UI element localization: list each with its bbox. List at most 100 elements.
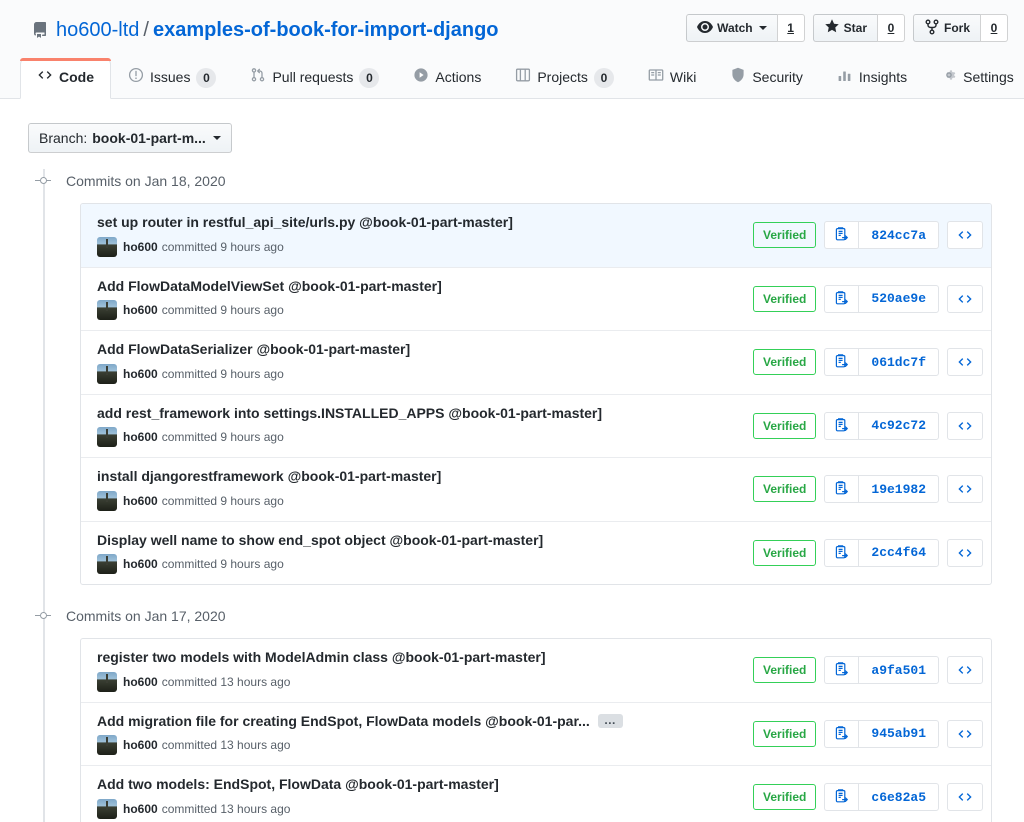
browse-repository-button[interactable] xyxy=(947,284,983,313)
commit-author-link[interactable]: ho600 xyxy=(123,494,158,508)
tab-projects[interactable]: Projects 0 xyxy=(498,58,631,99)
shield-icon xyxy=(730,67,746,89)
commit-sha-group: 945ab91 xyxy=(824,719,939,748)
commit-author-link[interactable]: ho600 xyxy=(123,303,158,317)
tab-code[interactable]: Code xyxy=(20,58,111,99)
commit-meta: ho600 committed 13 hours ago xyxy=(97,798,741,819)
commit-author-link[interactable]: ho600 xyxy=(123,367,158,381)
commit-sha-link[interactable]: 19e1982 xyxy=(858,475,939,504)
tab-issues[interactable]: Issues 0 xyxy=(111,58,233,99)
chevron-down-icon xyxy=(758,26,767,30)
browse-repository-button[interactable] xyxy=(947,475,983,504)
commit-sha-link[interactable]: a9fa501 xyxy=(858,656,939,685)
clipboard-copy-icon[interactable] xyxy=(824,656,859,685)
star-count[interactable]: 0 xyxy=(876,14,905,42)
browse-repository-button[interactable] xyxy=(947,656,983,685)
commit-timestamp: committed 9 hours ago xyxy=(161,239,284,254)
browse-repository-button[interactable] xyxy=(947,783,983,812)
commit-title-line: add rest_framework into settings.INSTALL… xyxy=(97,405,741,423)
commit-sha-link[interactable]: 824cc7a xyxy=(858,221,939,250)
commit-meta: ho600 committed 9 hours ago xyxy=(97,236,741,257)
commit-message-link[interactable]: Add two models: EndSpot, FlowData @book-… xyxy=(97,776,499,794)
repo-owner-link[interactable]: ho600-ltd xyxy=(56,18,139,43)
commit-sha-group: 2cc4f64 xyxy=(824,538,939,567)
commit-list: register two models with ModelAdmin clas… xyxy=(80,638,992,822)
tab-pull-requests[interactable]: Pull requests 0 xyxy=(233,58,396,99)
clipboard-copy-icon[interactable] xyxy=(824,719,859,748)
clipboard-copy-icon[interactable] xyxy=(824,348,859,377)
verified-badge[interactable]: Verified xyxy=(753,784,817,811)
fork-button-group: Fork 0 xyxy=(912,14,1008,42)
clipboard-copy-icon[interactable] xyxy=(824,284,859,313)
fork-icon xyxy=(924,19,940,38)
browse-repository-button[interactable] xyxy=(947,538,983,567)
verified-badge[interactable]: Verified xyxy=(753,349,817,376)
tab-wiki[interactable]: Wiki xyxy=(631,58,713,99)
commit-author-link[interactable]: ho600 xyxy=(123,675,158,689)
commit-author-link[interactable]: ho600 xyxy=(123,802,158,816)
commit-sha-link[interactable]: 4c92c72 xyxy=(858,411,939,440)
commit-title-line: Add two models: EndSpot, FlowData @book-… xyxy=(97,776,741,794)
verified-badge[interactable]: Verified xyxy=(753,222,817,249)
tab-security[interactable]: Security xyxy=(713,58,820,99)
tab-insights[interactable]: Insights xyxy=(820,58,924,99)
commit-sha-link[interactable]: 061dc7f xyxy=(858,348,939,377)
expand-commit-message-button[interactable]: … xyxy=(597,714,623,729)
star-button[interactable]: Star xyxy=(812,14,877,42)
browse-repository-button[interactable] xyxy=(947,221,983,250)
commit-timestamp: committed 9 hours ago xyxy=(161,557,284,571)
commit-title-line: set up router in restful_api_site/urls.p… xyxy=(97,214,741,232)
tab-actions[interactable]: Actions xyxy=(396,58,498,99)
browse-repository-button[interactable] xyxy=(947,411,983,440)
commit-message-link[interactable]: Add migration file for creating EndSpot,… xyxy=(97,713,590,731)
avatar xyxy=(97,363,117,384)
commit-message-link[interactable]: register two models with ModelAdmin clas… xyxy=(97,649,546,667)
clipboard-copy-icon[interactable] xyxy=(824,538,859,567)
commit-message-link[interactable]: add rest_framework into settings.INSTALL… xyxy=(97,405,602,423)
commit-row: set up router in restful_api_site/urls.p… xyxy=(81,204,991,267)
repo-nav-tabs: Code Issues 0 Pull requests 0 Actions Pr… xyxy=(0,58,1024,99)
repo-name-link[interactable]: examples-of-book-for-import-django xyxy=(153,18,499,43)
verified-badge[interactable]: Verified xyxy=(753,539,817,566)
commit-message-link[interactable]: Add FlowDataModelViewSet @book-01-part-m… xyxy=(97,278,442,296)
fork-label: Fork xyxy=(943,21,970,35)
verified-badge[interactable]: Verified xyxy=(753,285,817,312)
commit-author-link[interactable]: ho600 xyxy=(123,557,158,571)
clipboard-copy-icon[interactable] xyxy=(824,411,859,440)
clipboard-copy-icon[interactable] xyxy=(824,221,859,250)
commit-author-link[interactable]: ho600 xyxy=(123,240,158,254)
commit-row: Add FlowDataModelViewSet @book-01-part-m… xyxy=(81,266,991,331)
fork-count[interactable]: 0 xyxy=(980,14,1008,42)
project-icon xyxy=(515,67,531,89)
verified-badge[interactable]: Verified xyxy=(753,412,817,439)
browse-repository-button[interactable] xyxy=(947,719,983,748)
commit-message-link[interactable]: set up router in restful_api_site/urls.p… xyxy=(97,214,513,232)
clipboard-copy-icon[interactable] xyxy=(824,475,859,504)
commit-sha-link[interactable]: 945ab91 xyxy=(858,719,939,748)
commit-author-link[interactable]: ho600 xyxy=(123,430,158,444)
branch-selector-button[interactable]: Branch: book-01-part-m... xyxy=(28,123,232,153)
clipboard-copy-icon[interactable] xyxy=(824,783,859,812)
commit-actions: Verified 19e1982 xyxy=(753,475,983,504)
timeline-dot-icon xyxy=(28,169,56,193)
commit-actions: Verified 2cc4f64 xyxy=(753,538,983,567)
commit-author-link[interactable]: ho600 xyxy=(123,738,158,752)
watch-count[interactable]: 1 xyxy=(776,14,805,42)
commit-message-link[interactable]: Add FlowDataSerializer @book-01-part-mas… xyxy=(97,341,410,359)
commit-message-link[interactable]: Display well name to show end_spot objec… xyxy=(97,532,543,550)
watch-button[interactable]: Watch xyxy=(686,14,777,42)
commit-sha-link[interactable]: 2cc4f64 xyxy=(858,538,939,567)
commit-sha-link[interactable]: c6e82a5 xyxy=(858,783,939,812)
verified-badge[interactable]: Verified xyxy=(753,476,817,503)
verified-badge[interactable]: Verified xyxy=(753,657,817,684)
tab-pull-requests-label: Pull requests xyxy=(272,69,354,86)
commit-actions: Verified 4c92c72 xyxy=(753,411,983,440)
browse-repository-button[interactable] xyxy=(947,348,983,377)
commit-title-line: Add FlowDataSerializer @book-01-part-mas… xyxy=(97,341,741,359)
commit-sha-link[interactable]: 520ae9e xyxy=(858,284,939,313)
fork-button[interactable]: Fork xyxy=(912,14,980,42)
tab-settings[interactable]: Settings xyxy=(924,58,1024,99)
verified-badge[interactable]: Verified xyxy=(753,720,817,747)
commit-message-link[interactable]: install djangorestframework @book-01-par… xyxy=(97,468,441,486)
commit-meta: ho600 committed 13 hours ago xyxy=(97,671,741,692)
